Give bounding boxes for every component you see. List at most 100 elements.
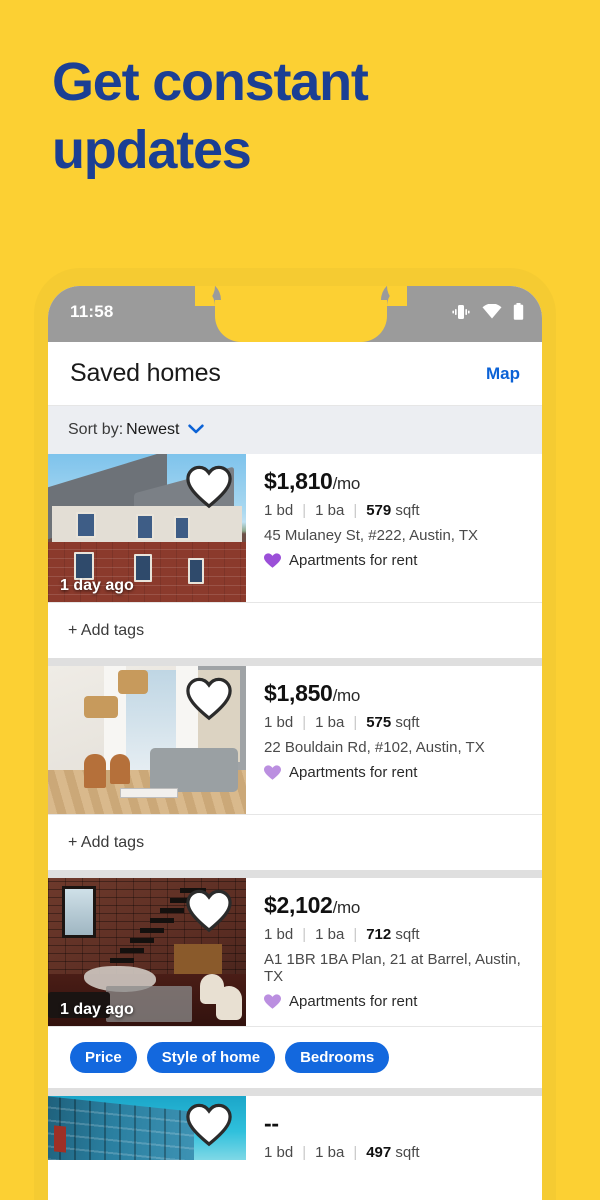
sqft-value: 497 [366, 1144, 392, 1161]
listing-photo-blue-apartments[interactable] [48, 1096, 246, 1160]
pendant-lamp [84, 696, 118, 718]
listing-info: $1,810/mo 1 bd | 1 ba | 579 sqft 45 Mula… [246, 454, 542, 602]
baths-value: 1 ba [315, 1144, 345, 1161]
baths-value: 1 ba [315, 926, 345, 943]
fact-separator: | [353, 502, 358, 519]
window-shape [188, 558, 204, 584]
listing-info: $2,102/mo 1 bd | 1 ba | 712 sqft A1 1BR … [246, 878, 542, 1026]
stair-step [120, 948, 144, 953]
stair-step [150, 918, 174, 923]
tag-heart-icon [264, 764, 281, 780]
listing-price: $1,810/mo [264, 468, 542, 495]
tag-pill-price[interactable]: Price [70, 1042, 137, 1073]
window-shape [76, 512, 96, 538]
sqft-value: 712 [366, 926, 392, 943]
listing-summary[interactable]: 1 day ago $1,810/mo 1 bd | 1 ba | 579 sq… [48, 454, 542, 602]
page-title: Saved homes [70, 359, 221, 387]
add-tags-button[interactable]: + Add tags [48, 602, 542, 658]
fact-separator: | [302, 502, 307, 519]
listing-card[interactable]: 1 day ago $2,102/mo 1 bd | 1 ba | 712 sq… [48, 878, 542, 1088]
tag-pill-style-of-home[interactable]: Style of home [146, 1042, 276, 1073]
fact-separator: | [353, 714, 358, 731]
favorite-heart-icon[interactable] [186, 1102, 232, 1148]
listing-tagline: Apartments for rent [264, 993, 542, 1010]
sqft-unit: sqft [395, 1144, 420, 1161]
sort-label: Sort by: [68, 421, 124, 438]
price-unit: /mo [332, 898, 361, 917]
listing-summary[interactable]: $1,850/mo 1 bd | 1 ba | 575 sqft 22 Boul… [48, 666, 542, 814]
listing-time-badge: 1 day ago [60, 577, 134, 594]
tagline-text: Apartments for rent [289, 993, 418, 1010]
tag-pill-row: Price Style of home Bedrooms [48, 1026, 542, 1088]
listing-facts: 1 bd | 1 ba | 575 sqft [264, 714, 542, 731]
sort-bar[interactable]: Sort by: Newest [48, 406, 542, 454]
listing-facts: 1 bd | 1 ba | 712 sqft [264, 926, 542, 943]
favorite-heart-icon[interactable] [186, 464, 232, 510]
add-tags-button[interactable]: + Add tags [48, 814, 542, 870]
tagline-text: Apartments for rent [289, 552, 418, 569]
listing-price: $1,850/mo [264, 680, 542, 707]
listing-facts: 1 bd | 1 ba | 497 sqft [264, 1144, 542, 1161]
listing-info: $1,850/mo 1 bd | 1 ba | 575 sqft 22 Boul… [246, 666, 542, 814]
price-value: $1,810 [264, 468, 333, 494]
window-shape [62, 886, 96, 938]
fact-separator: | [353, 926, 358, 943]
coffee-table [120, 788, 178, 798]
tag-heart-icon [264, 993, 281, 1009]
window-shape [174, 516, 190, 540]
listing-card[interactable]: 1 day ago $1,810/mo 1 bd | 1 ba | 579 sq… [48, 454, 542, 658]
stair-step [130, 938, 154, 943]
phone-screen: 11:58 Saved homes Map Sort by: Newest 1 … [48, 286, 542, 1200]
favorite-heart-icon[interactable] [186, 676, 232, 722]
beds-value: 1 bd [264, 1144, 294, 1161]
fact-separator: | [302, 1144, 307, 1161]
headline-line-2: updates [52, 120, 252, 180]
favorite-heart-icon[interactable] [186, 888, 232, 934]
wifi-icon [482, 304, 502, 319]
sqft-unit: sqft [395, 502, 420, 519]
card-divider [48, 658, 542, 666]
listing-card[interactable]: -- 1 bd | 1 ba | 497 sqft [48, 1096, 542, 1171]
listing-photo-brick-loft[interactable]: 1 day ago [48, 878, 246, 1026]
beds-value: 1 bd [264, 502, 294, 519]
listing-photo-living-room[interactable] [48, 666, 246, 814]
listing-price: -- [264, 1110, 542, 1137]
sqft-value: 579 [366, 502, 392, 519]
price-value: -- [264, 1110, 279, 1136]
price-value: $2,102 [264, 892, 333, 918]
listing-photo-townhome-exterior[interactable]: 1 day ago [48, 454, 246, 602]
listing-time-badge: 1 day ago [60, 1001, 134, 1018]
chair-shape [110, 754, 130, 784]
sqft-unit: sqft [395, 926, 420, 943]
listing-summary[interactable]: 1 day ago $2,102/mo 1 bd | 1 ba | 712 sq… [48, 878, 542, 1026]
chair-shape [200, 974, 224, 1004]
fact-separator: | [353, 1144, 358, 1161]
tag-heart-icon [264, 552, 281, 568]
app-header: Saved homes Map [48, 342, 542, 406]
listing-info: -- 1 bd | 1 ba | 497 sqft [246, 1096, 542, 1171]
phone-mockup: 11:58 Saved homes Map Sort by: Newest 1 … [34, 268, 556, 1200]
chevron-down-icon[interactable] [187, 421, 204, 439]
status-bar-time: 11:58 [70, 302, 114, 321]
fact-separator: | [302, 926, 307, 943]
stair-step [110, 958, 134, 963]
listing-tagline: Apartments for rent [264, 764, 542, 781]
sqft-unit: sqft [395, 714, 420, 731]
price-value: $1,850 [264, 680, 333, 706]
price-unit: /mo [332, 686, 361, 705]
map-link[interactable]: Map [486, 364, 520, 384]
baths-value: 1 ba [315, 714, 345, 731]
chair-shape [84, 754, 106, 788]
tag-pill-bedrooms[interactable]: Bedrooms [285, 1042, 390, 1073]
listing-facts: 1 bd | 1 ba | 579 sqft [264, 502, 542, 519]
listing-address: A1 1BR 1BA Plan, 21 at Barrel, Austin, T… [264, 951, 521, 985]
headline-line-1: Get constant [52, 52, 369, 112]
price-unit: /mo [332, 474, 361, 493]
listing-card[interactable]: $1,850/mo 1 bd | 1 ba | 575 sqft 22 Boul… [48, 666, 542, 870]
beds-value: 1 bd [264, 926, 294, 943]
pendant-lamp [118, 670, 148, 694]
listing-summary[interactable]: -- 1 bd | 1 ba | 497 sqft [48, 1096, 542, 1171]
vibrate-icon [452, 305, 470, 319]
window-shape [136, 514, 154, 540]
display-notch [195, 286, 407, 342]
